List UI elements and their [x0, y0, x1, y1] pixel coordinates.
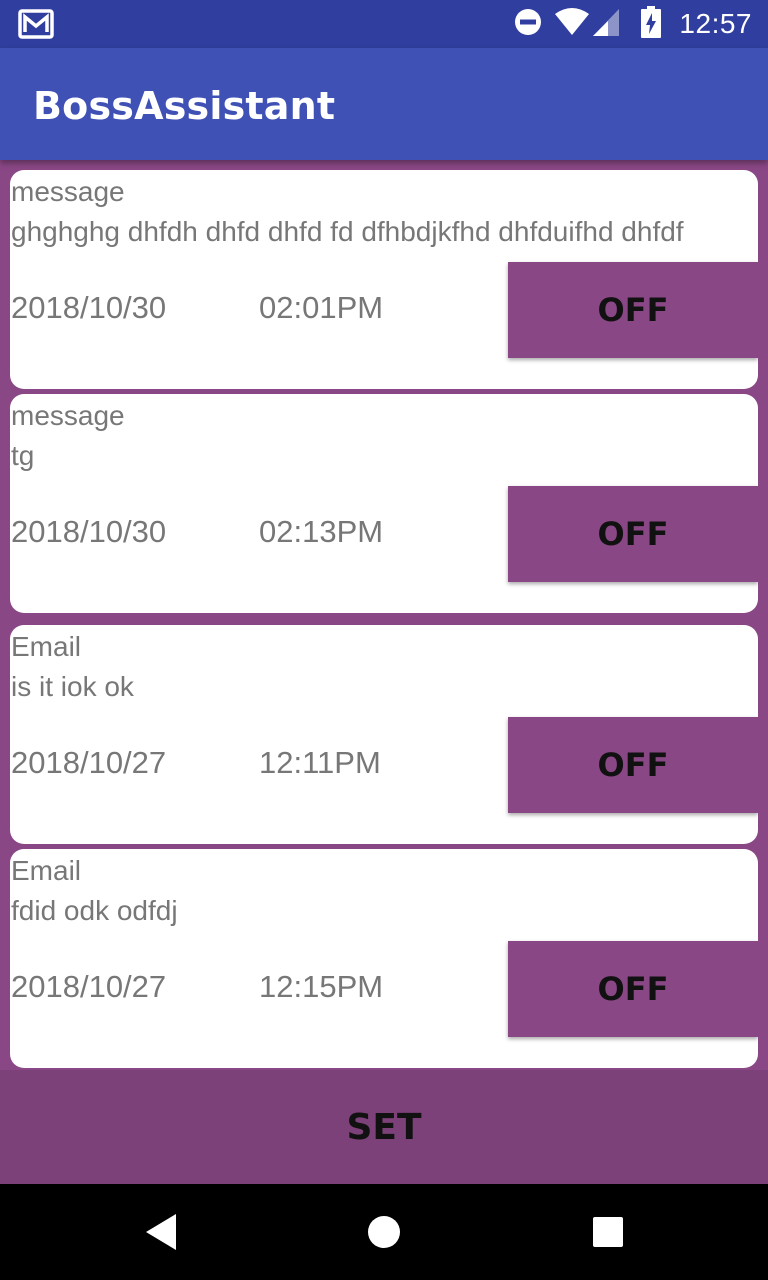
item-type: message — [11, 176, 125, 207]
navigation-bar — [0, 1184, 768, 1280]
item-time: 12:11PM — [259, 745, 381, 780]
cell-signal-icon — [591, 7, 621, 42]
item-body: ghghghg dhfdh dhfd dhfd fd dfhbdjkfhd dh… — [11, 216, 684, 247]
item-body: is it iok ok — [11, 671, 134, 702]
off-toggle-button[interactable]: OFF — [508, 717, 758, 813]
item-body: fdid odk odfdj — [11, 895, 178, 926]
app-bar: BossAssistant — [0, 48, 768, 160]
battery-charging-icon — [641, 5, 662, 43]
back-icon[interactable] — [142, 1212, 178, 1257]
item-type: message — [11, 400, 125, 431]
gmail-icon — [18, 9, 54, 44]
item-type: Email — [11, 631, 82, 662]
do-not-disturb-icon — [513, 7, 543, 42]
app-title: BossAssistant — [33, 84, 336, 128]
recents-icon[interactable] — [592, 1216, 624, 1253]
item-body: tg — [11, 440, 35, 471]
off-toggle-button[interactable]: OFF — [508, 262, 758, 358]
list-item[interactable]: Email fdid odk odfdj 2018/10/27 12:15PM … — [10, 849, 758, 1068]
item-time: 02:01PM — [259, 290, 384, 325]
status-icons: 12:57 — [501, 0, 752, 48]
list-item[interactable]: Email is it iok ok 2018/10/27 12:11PM OF… — [10, 625, 758, 844]
status-time: 12:57 — [679, 8, 752, 39]
home-icon[interactable] — [366, 1214, 402, 1255]
item-date: 2018/10/27 — [11, 745, 167, 780]
list-item[interactable]: message ghghghg dhfdh dhfd dhfd fd dfhbd… — [10, 170, 758, 389]
item-type: Email — [11, 855, 82, 886]
off-toggle-button[interactable]: OFF — [508, 941, 758, 1037]
item-time: 12:15PM — [259, 969, 384, 1004]
reminder-list[interactable]: message ghghghg dhfdh dhfd dhfd fd dfhbd… — [0, 160, 768, 1070]
item-date: 2018/10/30 — [11, 514, 167, 549]
item-date: 2018/10/30 — [11, 290, 167, 325]
list-item[interactable]: message tg 2018/10/30 02:13PM OFF — [10, 394, 758, 613]
status-bar: 12:57 — [0, 0, 768, 48]
wifi-icon — [555, 7, 590, 41]
off-toggle-button[interactable]: OFF — [508, 486, 758, 582]
item-date: 2018/10/27 — [11, 969, 167, 1004]
set-button[interactable]: SET — [0, 1070, 768, 1184]
item-time: 02:13PM — [259, 514, 384, 549]
